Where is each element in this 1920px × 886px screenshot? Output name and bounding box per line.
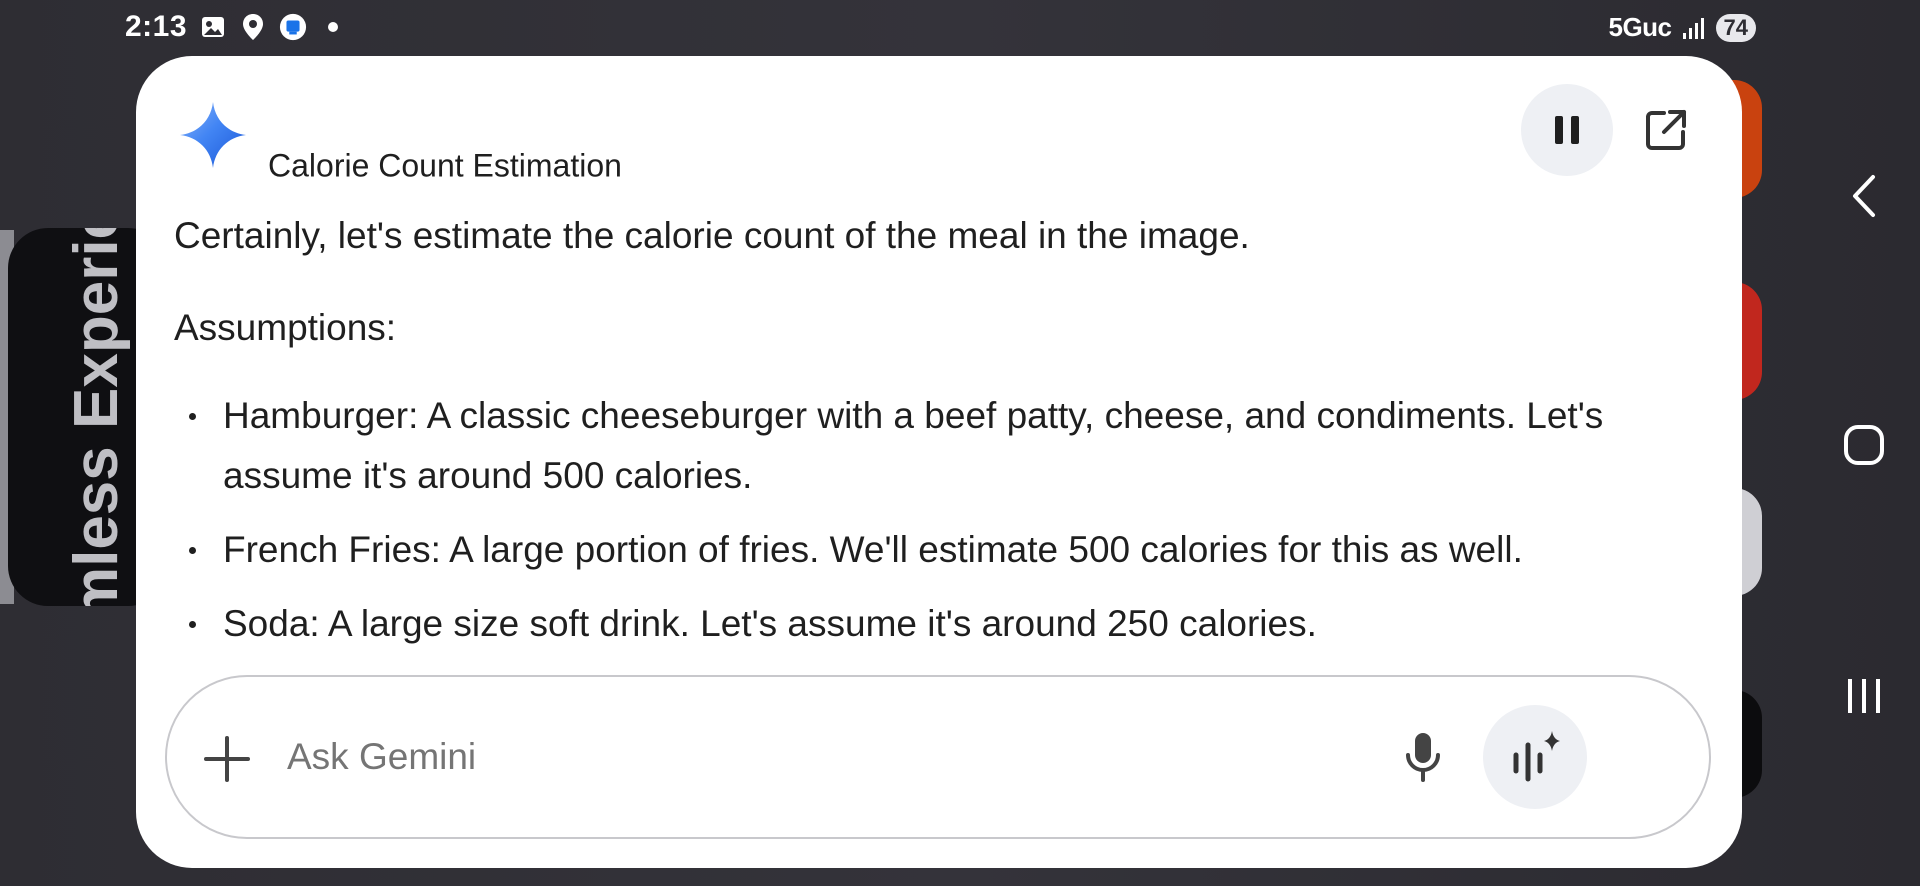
signal-icon — [1680, 14, 1708, 42]
list-item-text: Soda: A large size soft drink. Let's ass… — [223, 603, 1317, 644]
assumptions-heading: Assumptions: — [174, 307, 397, 348]
gemini-overlay-card: Calorie Count Estimation Certainly, let'… — [136, 56, 1742, 868]
gallery-icon — [199, 13, 227, 41]
list-item: Hamburger: A classic cheeseburger with a… — [174, 386, 1704, 506]
home-icon — [1844, 425, 1884, 465]
open-in-new-icon — [1646, 110, 1686, 150]
prompt-input-bar — [165, 675, 1711, 839]
bullet-icon — [189, 413, 196, 420]
list-item-text: Hamburger: A classic cheeseburger with a… — [223, 395, 1604, 496]
plus-icon — [204, 736, 250, 782]
background-app-text: mless Experie — [62, 228, 132, 606]
add-attachment-button[interactable] — [197, 729, 257, 789]
open-in-new-button[interactable] — [1636, 100, 1696, 160]
home-button[interactable] — [1840, 418, 1888, 472]
battery-level: 74 — [1715, 13, 1756, 42]
list-item: Soda: A large size soft drink. Let's ass… — [174, 594, 1704, 654]
gemini-live-icon — [1513, 731, 1560, 782]
list-item-text: French Fries: A large portion of fries. … — [223, 529, 1523, 570]
assumptions-list: Hamburger: A classic cheeseburger with a… — [174, 386, 1704, 668]
recents-icon — [1848, 679, 1880, 713]
gemini-live-button[interactable] — [1483, 705, 1587, 809]
microphone-icon — [1406, 733, 1440, 782]
status-left: 2:13 — [125, 10, 347, 44]
chevron-left-icon — [1853, 175, 1875, 217]
network-type: 5Guc — [1608, 12, 1672, 42]
status-bar: 2:13 5Guc 74 — [0, 0, 1920, 56]
pause-icon — [1571, 116, 1579, 144]
list-item: French Fries: A large portion of fries. … — [174, 520, 1704, 580]
back-button[interactable] — [1840, 168, 1888, 224]
recents-button[interactable] — [1840, 668, 1888, 724]
clock: 2:13 — [125, 10, 188, 43]
conversation-title: Calorie Count Estimation — [268, 147, 622, 184]
location-icon — [239, 13, 267, 41]
gemini-sparkle-icon — [176, 98, 250, 172]
pause-button[interactable] — [1521, 84, 1613, 176]
response-intro: Certainly, let's estimate the calorie co… — [174, 215, 1250, 256]
ask-gemini-input[interactable] — [285, 735, 1289, 779]
app-notification-icon — [279, 13, 307, 41]
dot-icon — [319, 13, 347, 41]
pause-icon — [1555, 116, 1563, 144]
bullet-icon — [189, 621, 196, 628]
status-right: 5Guc 74 — [1608, 12, 1756, 43]
microphone-button[interactable] — [1391, 725, 1455, 789]
bullet-icon — [189, 547, 196, 554]
